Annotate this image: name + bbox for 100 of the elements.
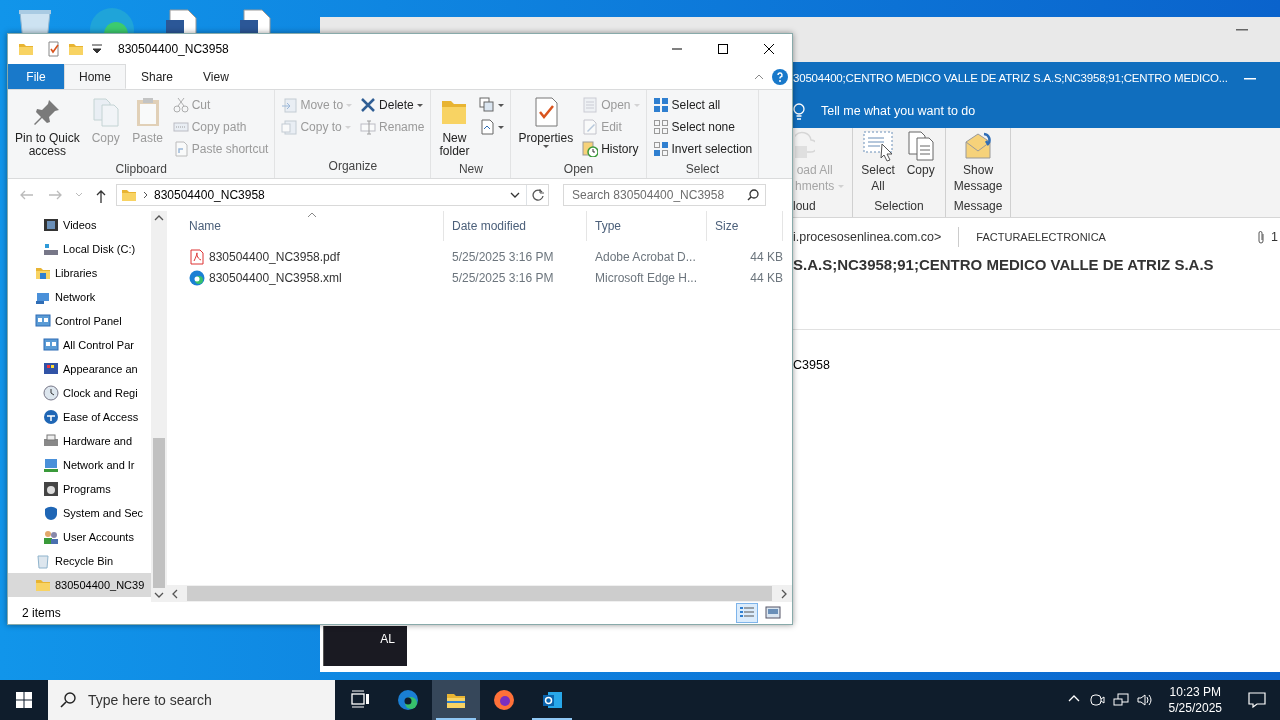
maximize-icon[interactable] <box>717 43 729 55</box>
column-header[interactable]: Size <box>707 211 783 241</box>
clock[interactable]: 10:23 PM 5/25/2025 <box>1160 684 1230 716</box>
nav-item[interactable]: Control Panel <box>8 309 151 333</box>
nav-item[interactable]: Network <box>8 285 151 309</box>
taskbar-app[interactable] <box>432 680 480 720</box>
properties-icon <box>46 41 62 57</box>
email-body: C3958 <box>793 357 830 372</box>
email-subject: S.A.S;NC3958;91;CENTRO MEDICO VALLE DE ATRIZ S.A.S <box>793 256 1214 273</box>
dropdown-icon <box>510 192 520 198</box>
ribbon-tab[interactable]: View <box>188 64 244 89</box>
video-icon <box>43 217 59 233</box>
nav-item[interactable]: Hardware and <box>8 429 151 453</box>
task-view-icon <box>350 690 370 710</box>
windows-icon <box>16 692 32 708</box>
nav-item[interactable]: Local Disk (C:) <box>8 237 151 261</box>
collapse-icon <box>754 73 764 80</box>
ribbon-button[interactable]: Copy <box>902 130 939 197</box>
history-icon <box>582 141 599 157</box>
type-cell-text: Adobe Acrobat D... <box>594 248 697 266</box>
scrollbar[interactable] <box>167 585 792 602</box>
caret-icon <box>416 103 423 107</box>
nav-item[interactable]: Videos <box>8 213 151 237</box>
sender-address: i.procesosenlinea.com.co> <box>793 228 942 246</box>
view-button[interactable] <box>736 603 758 623</box>
large-icons-view-icon <box>765 605 781 621</box>
tell-me-field[interactable]: Tell me what you want to do <box>821 102 976 121</box>
nav-item[interactable]: All Control Par <box>8 333 151 357</box>
group-label: Message <box>953 198 1003 215</box>
folder-icon <box>68 41 84 57</box>
ribbon-button[interactable]: Select All <box>859 130 897 197</box>
column-header[interactable]: Type <box>587 211 707 241</box>
nav-item[interactable]: 830504400_NC39 <box>8 573 151 597</box>
nav-item[interactable]: User Accounts <box>8 525 151 549</box>
date-cell-text: 5/25/2025 3:16 PM <box>451 269 555 287</box>
nav-item[interactable]: Appearance an <box>8 357 151 381</box>
meet-icon[interactable] <box>1088 692 1105 708</box>
ribbon-button[interactable]: New folder <box>435 94 474 160</box>
column-header[interactable]: Name <box>181 211 444 241</box>
volume-icon[interactable] <box>1136 692 1153 708</box>
group-label: Selection <box>874 198 924 215</box>
file-name[interactable]: 830504400_NC3958.xml <box>209 268 342 287</box>
nav-item[interactable]: System and Sec <box>8 501 151 525</box>
open-icon <box>582 97 599 113</box>
control-panel-icon <box>43 337 59 353</box>
date-cell-text: 5/25/2025 3:16 PM <box>451 248 555 266</box>
edge-icon <box>398 690 418 710</box>
printer-icon <box>43 433 59 449</box>
nav-item[interactable]: Network and Ir <box>8 453 151 477</box>
caret-icon <box>542 145 549 148</box>
network-icon[interactable] <box>1112 692 1129 708</box>
ribbon-tab[interactable]: Home <box>64 64 126 89</box>
ribbon-button[interactable]: History <box>580 138 642 160</box>
ribbon-button[interactable]: Show Message <box>951 130 1005 197</box>
ribbon-button[interactable]: Delete <box>358 94 427 116</box>
edge-icon <box>189 269 205 286</box>
delete-icon <box>360 97 377 113</box>
caret-icon <box>633 103 640 107</box>
sort-icon <box>307 212 317 218</box>
accessibility-icon <box>43 409 59 425</box>
network-icon <box>43 457 59 473</box>
file-menu-button[interactable]: File <box>8 64 64 89</box>
shield-icon <box>43 505 59 521</box>
move-to-icon <box>281 97 298 113</box>
file-name[interactable]: 830504400_NC3958.pdf <box>209 247 340 266</box>
breadcrumb[interactable]: 830504400_NC3958 <box>154 186 265 204</box>
ribbon-button[interactable]: Select none <box>650 116 755 138</box>
taskbar-search-field[interactable]: Type here to search <box>86 688 335 712</box>
address-bar[interactable]: 830504400_NC3958 <box>116 184 549 206</box>
caret-icon <box>346 103 353 107</box>
search-icon <box>747 189 759 201</box>
ribbon-button[interactable]: Properties <box>515 94 577 160</box>
new-item-icon <box>479 97 496 113</box>
nav-item[interactable]: Recycle Bin <box>8 549 151 573</box>
ribbon-button[interactable]: Select all <box>650 94 755 116</box>
column-header[interactable]: Date modified <box>444 211 587 241</box>
group-label: Open <box>562 161 595 178</box>
close-icon[interactable] <box>763 43 775 55</box>
recipient: FACTURAELECTRONICA <box>976 229 1106 245</box>
nav-item[interactable]: Clock and Regi <box>8 381 151 405</box>
ribbon-tab[interactable]: Share <box>126 64 189 89</box>
type-cell-text: Microsoft Edge H... <box>594 269 699 287</box>
group-label: Clipboard <box>114 161 168 178</box>
refresh-icon <box>531 189 544 201</box>
easy-access-icon <box>479 119 496 135</box>
display-icon <box>43 361 59 377</box>
caret-icon <box>498 103 505 107</box>
folder-icon <box>35 577 51 593</box>
outlook-icon <box>542 690 562 710</box>
nav-item[interactable]: Ease of Access <box>8 405 151 429</box>
folder-icon <box>121 187 137 203</box>
taskbar-search-box[interactable]: Type here to search <box>48 680 335 720</box>
nav-item[interactable]: Libraries <box>8 261 151 285</box>
nav-item[interactable]: Programs <box>8 477 151 501</box>
shortcut-icon <box>172 141 189 157</box>
ribbon-button[interactable]: Pin to Quick access <box>12 94 83 160</box>
scrollbar[interactable] <box>151 211 167 602</box>
search-box[interactable]: Search 830504400_NC3958 <box>563 184 766 206</box>
notification-icon[interactable] <box>1248 692 1266 708</box>
ribbon-button[interactable]: Invert selection <box>650 138 755 160</box>
